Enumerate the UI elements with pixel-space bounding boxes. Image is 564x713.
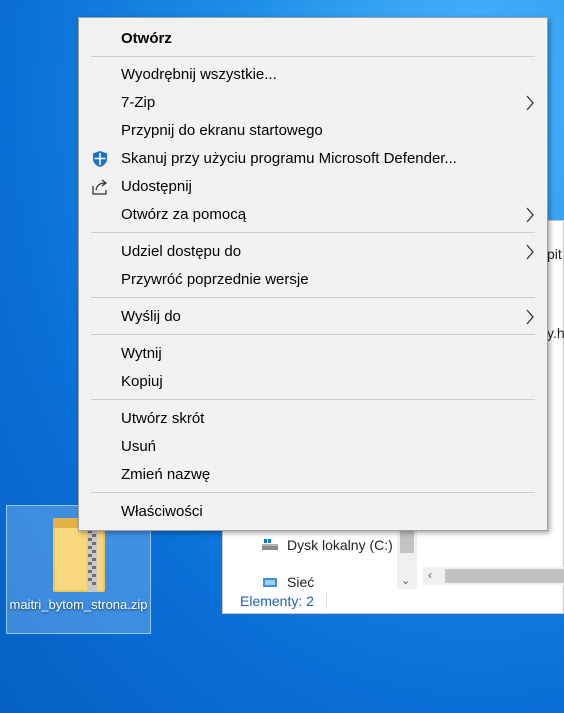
vertical-scrollbar[interactable]: ⌄ [397, 531, 417, 589]
chevron-right-icon [526, 244, 534, 260]
explorer-text-fragment: pit [547, 246, 562, 262]
menu-item-send-to[interactable]: Wyślij do [79, 303, 547, 331]
menu-item-label: Wyodrębnij wszystkie... [121, 66, 277, 83]
menu-item-create-shortcut[interactable]: Utwórz skrót [79, 405, 547, 433]
menu-item-label: Właściwości [121, 503, 203, 520]
status-bar: Elementy: 2 [223, 589, 563, 613]
menu-item-label: Wyślij do [121, 308, 181, 325]
menu-item-label: Utwórz skrót [121, 410, 205, 427]
scroll-thumb[interactable] [400, 531, 414, 553]
scroll-down-icon[interactable]: ⌄ [401, 574, 410, 587]
scroll-left-icon[interactable]: ‹ [428, 568, 432, 582]
menu-separator [91, 399, 535, 400]
context-menu: Otwórz Wyodrębnij wszystkie... 7-Zip Prz… [78, 17, 548, 531]
menu-item-open[interactable]: Otwórz [79, 25, 547, 53]
menu-item-give-access[interactable]: Udziel dostępu do [79, 238, 547, 266]
menu-item-label: Przywróć poprzednie wersje [121, 271, 309, 288]
nav-item-label: Sieć [287, 575, 315, 589]
menu-item-defender-scan[interactable]: Skanuj przy użyciu programu Microsoft De… [79, 145, 547, 173]
menu-item-label: Przypnij do ekranu startowego [121, 122, 323, 139]
item-count: Elementy: 2 [240, 593, 314, 609]
menu-item-label: Wytnij [121, 345, 162, 362]
menu-separator [91, 334, 535, 335]
menu-item-label: Udostępnij [121, 178, 192, 195]
menu-item-extract-all[interactable]: Wyodrębnij wszystkie... [79, 61, 547, 89]
chevron-right-icon [526, 309, 534, 325]
defender-shield-icon [93, 151, 107, 167]
menu-item-7zip[interactable]: 7-Zip [79, 89, 547, 117]
menu-item-share[interactable]: Udostępnij [79, 173, 547, 201]
nav-item-local-disk[interactable]: Dysk lokalny (C:) [261, 537, 393, 553]
menu-item-cut[interactable]: Wytnij [79, 340, 547, 368]
menu-item-label: Otwórz [121, 30, 172, 47]
drive-icon [262, 539, 278, 550]
menu-item-properties[interactable]: Właściwości [79, 498, 547, 526]
chevron-right-icon [526, 95, 534, 111]
nav-item-network[interactable]: Sieć [261, 575, 314, 589]
menu-separator [91, 232, 535, 233]
menu-item-rename[interactable]: Zmień nazwę [79, 461, 547, 489]
share-icon [92, 179, 108, 195]
menu-item-label: Usuń [121, 438, 157, 455]
menu-item-label: Skanuj przy użyciu programu Microsoft De… [121, 150, 457, 167]
menu-item-label: 7-Zip [121, 94, 156, 111]
menu-separator [91, 56, 535, 57]
chevron-right-icon [526, 207, 534, 223]
menu-separator [91, 297, 535, 298]
horizontal-scrollbar[interactable]: ‹ [423, 567, 564, 585]
network-icon [263, 578, 277, 587]
menu-item-label: Otwórz za pomocą [121, 206, 247, 223]
status-divider [326, 593, 327, 609]
nav-item-label: Dysk lokalny (C:) [287, 537, 393, 553]
menu-item-delete[interactable]: Usuń [79, 433, 547, 461]
menu-item-open-with[interactable]: Otwórz za pomocą [79, 201, 547, 229]
menu-item-label: Udziel dostępu do [121, 243, 242, 260]
menu-item-pin-start[interactable]: Przypnij do ekranu startowego [79, 117, 547, 145]
scroll-thumb[interactable] [445, 569, 564, 583]
menu-item-label: Kopiuj [121, 373, 163, 390]
desktop-icon-label: maitri_bytom_strona.zip [9, 597, 148, 612]
menu-item-restore-versions[interactable]: Przywróć poprzednie wersje [79, 266, 547, 294]
explorer-text-fragment: y.ht [547, 325, 564, 341]
menu-item-label: Zmień nazwę [121, 466, 211, 483]
menu-separator [91, 492, 535, 493]
menu-item-copy[interactable]: Kopiuj [79, 368, 547, 396]
